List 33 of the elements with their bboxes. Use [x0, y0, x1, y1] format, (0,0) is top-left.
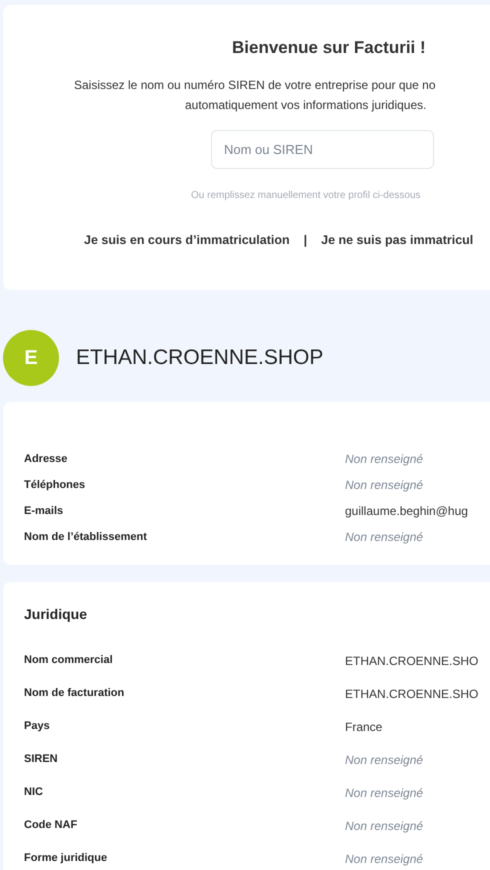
field-value: France [345, 718, 382, 736]
field-value: ETHAN.CROENNE.SHO [345, 652, 478, 670]
field-value: Non renseigné [345, 529, 424, 546]
company-avatar: E [3, 330, 59, 386]
field-label: Nom de l’établissement [24, 530, 148, 545]
field-value: Non renseigné [345, 850, 424, 868]
registration-link[interactable]: Je ne suis pas immatricul [321, 231, 474, 250]
field-label: Nom de facturation [24, 686, 126, 702]
field-value: guillaume.beghin@hug [345, 503, 468, 520]
field-value: Non renseigné [345, 451, 424, 468]
company-name: ETHAN.CROENNE.SHOP [76, 345, 324, 372]
search-field[interactable]: Nom ou SIREN [211, 130, 434, 169]
field-value: Non renseigné [345, 752, 424, 768]
welcome-title: Bienvenue sur Facturii ! [232, 37, 426, 59]
separator: | [304, 232, 308, 249]
field-label: Code NAF [24, 818, 78, 834]
hint-text: Ou remplissez manuellement votre profil ci-dessous [191, 189, 421, 203]
section-title: Juridique [24, 605, 88, 624]
field-value: ETHAN.CROENNE.SHO [345, 686, 478, 702]
intro-text: automatiquement vos informations juridiques. [185, 97, 426, 114]
intro-text: Saisissez le nom ou numéro SIREN de votre entreprise pour que no [74, 77, 436, 94]
field-value: Non renseigné [345, 818, 424, 834]
field-label: Pays [24, 719, 51, 734]
field-label: Téléphones [24, 478, 86, 493]
field-label: Adresse [24, 452, 68, 467]
field-label: E-mails [24, 504, 64, 519]
field-label: SIREN [24, 752, 59, 768]
field-value: Non renseigné [345, 784, 424, 802]
field-label: Nom commercial [24, 653, 114, 668]
registration-link[interactable]: Je suis en cours d’immatriculation [84, 231, 290, 250]
field-label: Forme juridique [24, 851, 108, 866]
field-label: NIC [24, 785, 44, 800]
field-value: Non renseigné [345, 477, 424, 494]
